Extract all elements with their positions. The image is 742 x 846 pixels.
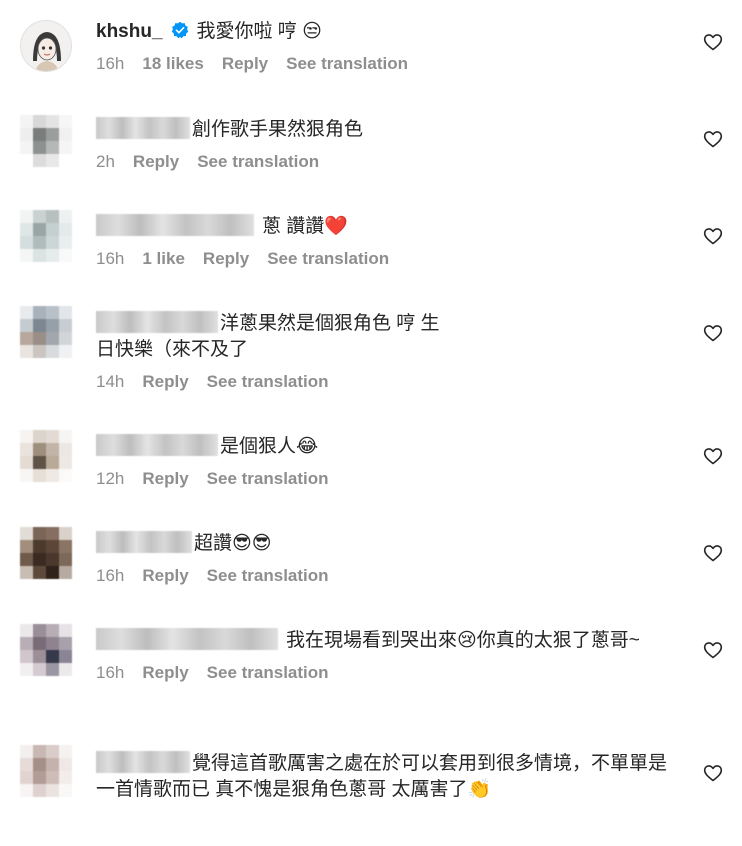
comment-meta: 16h Reply See translation	[96, 565, 682, 587]
avatar[interactable]	[20, 527, 72, 579]
see-translation-button[interactable]: See translation	[286, 54, 408, 73]
heart-outline-icon[interactable]	[703, 323, 723, 343]
comment-text-line: 我在現場看到哭出來😢你真的太狠了蔥哥~	[96, 628, 666, 654]
comment-text: 超讚😎😎	[194, 533, 272, 554]
verified-badge-icon	[171, 21, 188, 39]
reply-button[interactable]: Reply	[222, 54, 268, 73]
blurred-username[interactable]	[96, 434, 218, 456]
comment-text-line: 蔥 讚讚❤️	[96, 214, 682, 240]
heart-outline-icon[interactable]	[703, 640, 723, 660]
heart-outline-icon[interactable]	[703, 129, 723, 149]
reply-button[interactable]: Reply	[133, 152, 179, 171]
comment-timestamp: 16h	[96, 54, 125, 73]
comment-text-line: 是個狠人😂	[96, 434, 682, 460]
see-translation-button[interactable]: See translation	[207, 566, 329, 585]
reply-button[interactable]: Reply	[203, 249, 249, 268]
comment-text-line: khshu_ 我愛你啦 哼 😒	[96, 19, 682, 45]
comment-meta: 16h 18 likes Reply See translation	[96, 53, 682, 75]
avatar[interactable]	[20, 306, 72, 358]
blurred-username[interactable]	[96, 531, 192, 553]
reply-button[interactable]: Reply	[142, 469, 188, 488]
see-translation-button[interactable]: See translation	[197, 152, 319, 171]
comment-text-line: 覺得這首歌厲害之處在於可以套用到很多情境，不單單是一首情歌而已 真不愧是狠角色蔥…	[96, 751, 671, 803]
see-translation-button[interactable]: See translation	[207, 469, 329, 488]
likes-count-link[interactable]: 18 likes	[142, 54, 203, 73]
blurred-username[interactable]	[96, 751, 190, 773]
comment-timestamp: 14h	[96, 372, 125, 391]
heart-outline-icon[interactable]	[703, 226, 723, 246]
heart-outline-icon[interactable]	[703, 543, 723, 563]
see-translation-button[interactable]: See translation	[207, 372, 329, 391]
comment-timestamp: 12h	[96, 469, 125, 488]
comment-meta: 16h Reply See translation	[96, 662, 682, 684]
comment-text: 我愛你啦 哼 😒	[196, 21, 322, 42]
comment-meta: 2h Reply See translation	[96, 151, 682, 173]
comment-username[interactable]: khshu_	[96, 21, 163, 42]
blurred-username[interactable]	[96, 117, 190, 139]
comment-meta: 12h Reply See translation	[96, 468, 682, 490]
heart-outline-icon[interactable]	[703, 446, 723, 466]
heart-outline-icon[interactable]	[703, 32, 723, 52]
comment-timestamp: 16h	[96, 566, 125, 585]
likes-count-link[interactable]: 1 like	[142, 249, 185, 268]
reply-button[interactable]: Reply	[142, 663, 188, 682]
avatar[interactable]	[20, 430, 72, 482]
avatar[interactable]	[20, 210, 72, 262]
comment-text: 創作歌手果然狠角色	[192, 119, 364, 140]
comment-text: 是個狠人😂	[220, 436, 319, 457]
reply-button[interactable]: Reply	[142, 372, 188, 391]
heart-outline-icon[interactable]	[703, 763, 723, 783]
comment-text-line: 超讚😎😎	[96, 531, 682, 557]
comment-meta: 16h 1 like Reply See translation	[96, 248, 682, 270]
blurred-username[interactable]	[96, 311, 218, 333]
avatar[interactable]	[20, 20, 72, 72]
avatar[interactable]	[20, 624, 72, 676]
reply-button[interactable]: Reply	[142, 566, 188, 585]
comment-meta: 14h Reply See translation	[96, 371, 682, 393]
see-translation-button[interactable]: See translation	[267, 249, 389, 268]
comment-timestamp: 2h	[96, 152, 115, 171]
comment-text: 蔥 讚讚❤️	[262, 216, 348, 237]
comment-text-line: 洋蔥果然是個狠角色 哼 生日快樂（來不及了	[96, 311, 456, 363]
comment-text: 我在現場看到哭出來😢你真的太狠了蔥哥~	[286, 630, 640, 651]
comment-timestamp: 16h	[96, 663, 125, 682]
see-translation-button[interactable]: See translation	[207, 663, 329, 682]
blurred-username[interactable]	[96, 628, 278, 650]
blurred-username[interactable]	[96, 214, 254, 236]
comment-text-line: 創作歌手果然狠角色	[96, 117, 682, 143]
avatar-illustration-icon	[21, 21, 71, 71]
comment-timestamp: 16h	[96, 249, 125, 268]
avatar[interactable]	[20, 115, 72, 167]
avatar[interactable]	[20, 745, 72, 797]
